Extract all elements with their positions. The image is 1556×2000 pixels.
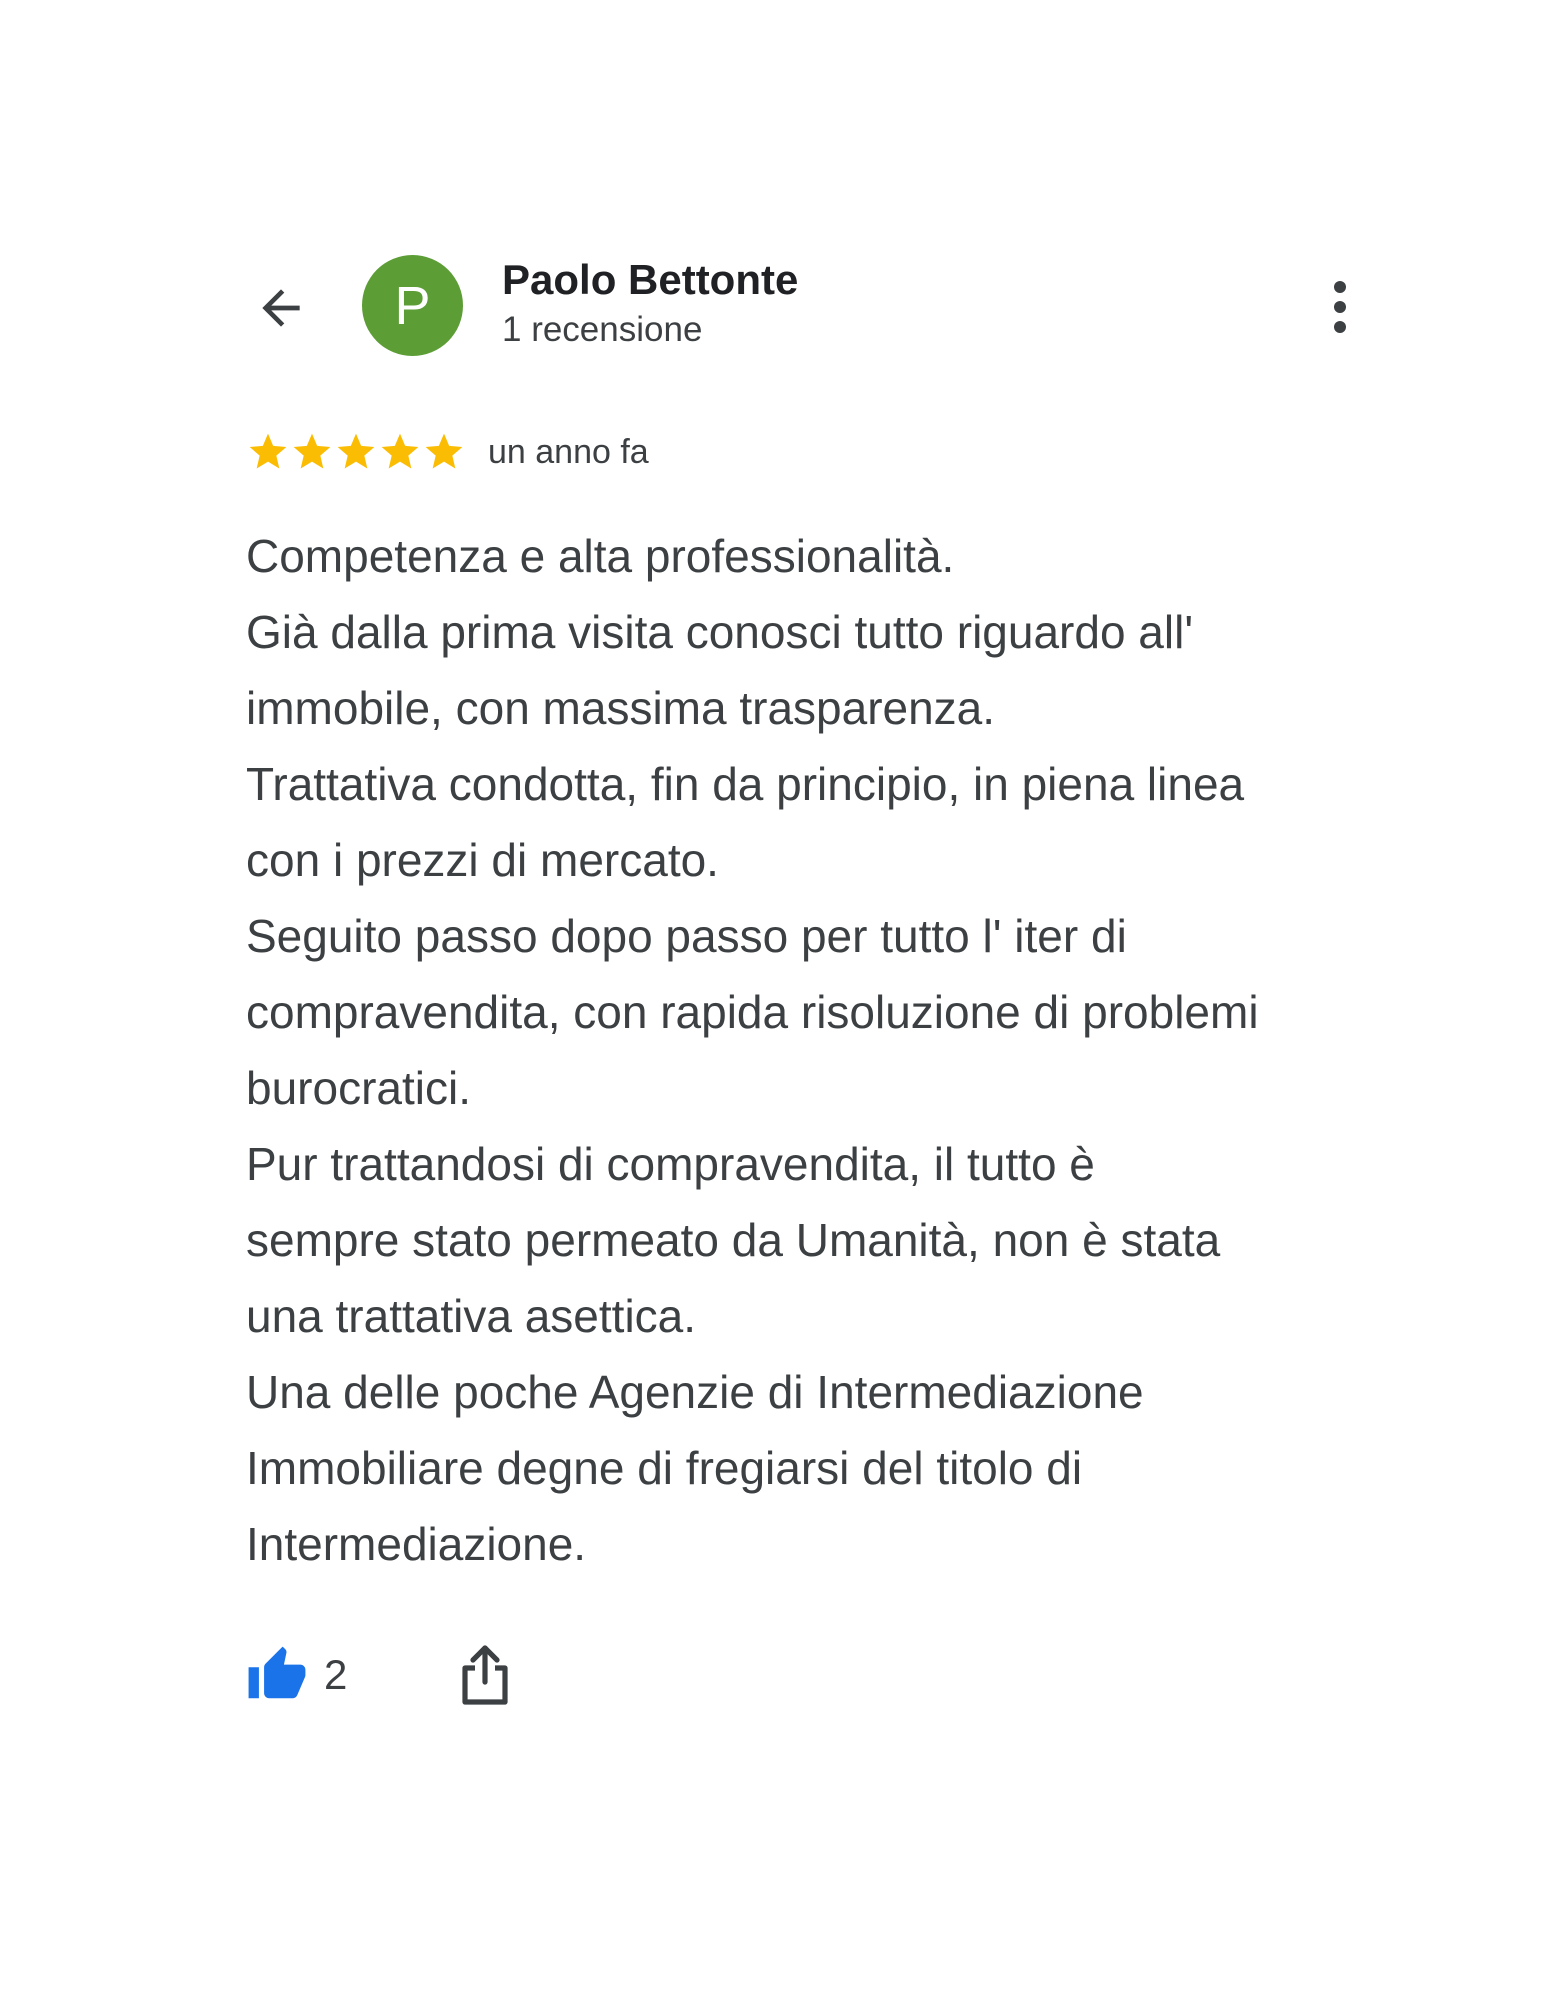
like-button[interactable]: 2 bbox=[246, 1644, 347, 1706]
star-rating bbox=[246, 430, 466, 474]
review-line: sempre stato permeato da Umanità, non è … bbox=[246, 1214, 1221, 1266]
review-date: un anno fa bbox=[488, 432, 649, 471]
star-icon bbox=[381, 433, 419, 469]
more-options-button[interactable] bbox=[1312, 272, 1368, 342]
arrow-back-icon bbox=[262, 289, 300, 327]
rating-row: un anno fa bbox=[246, 427, 649, 477]
star-icon bbox=[293, 433, 331, 469]
review-line: Immobiliare degne di fregiarsi del titol… bbox=[246, 1442, 1083, 1494]
review-line: Trattativa condotta, fin da principio, i… bbox=[246, 758, 1245, 810]
star-icon bbox=[425, 433, 463, 469]
star-icon bbox=[337, 433, 375, 469]
review-text: Competenza e alta professionalità. Già da… bbox=[246, 518, 1406, 1582]
author-review-count: 1 recensione bbox=[502, 310, 703, 349]
share-icon bbox=[462, 1645, 508, 1705]
review-line: con i prezzi di mercato. bbox=[246, 834, 719, 886]
like-count: 2 bbox=[324, 1651, 348, 1698]
back-button[interactable] bbox=[248, 275, 314, 341]
review-line: compravendita, con rapida risoluzione di… bbox=[246, 986, 1259, 1038]
avatar[interactable]: P bbox=[362, 255, 463, 356]
review-line: Intermediazione. bbox=[246, 1518, 587, 1570]
review-line: Competenza e alta professionalità. bbox=[246, 530, 955, 582]
star-icon bbox=[249, 433, 287, 469]
review-actions: 2 bbox=[246, 1640, 515, 1710]
review-header: P Paolo Bettonte 1 recensione bbox=[0, 250, 1556, 360]
review-line: Seguito passo dopo passo per tutto l' it… bbox=[246, 910, 1127, 962]
more-vert-icon bbox=[1334, 281, 1346, 333]
avatar-letter: P bbox=[394, 275, 431, 336]
share-button[interactable] bbox=[455, 1642, 515, 1708]
thumb-up-icon bbox=[248, 1646, 306, 1699]
review-line: Pur trattandosi di compravendita, il tut… bbox=[246, 1138, 1095, 1190]
review-line: burocratici. bbox=[246, 1062, 471, 1114]
review-line: Già dalla prima visita conosci tutto rig… bbox=[246, 606, 1194, 658]
review-line: una trattativa asettica. bbox=[246, 1290, 697, 1342]
review-line: Una delle poche Agenzie di Intermediazio… bbox=[246, 1366, 1144, 1418]
author-name[interactable]: Paolo Bettonte bbox=[502, 256, 798, 304]
review-line: immobile, con massima trasparenza. bbox=[246, 682, 996, 734]
